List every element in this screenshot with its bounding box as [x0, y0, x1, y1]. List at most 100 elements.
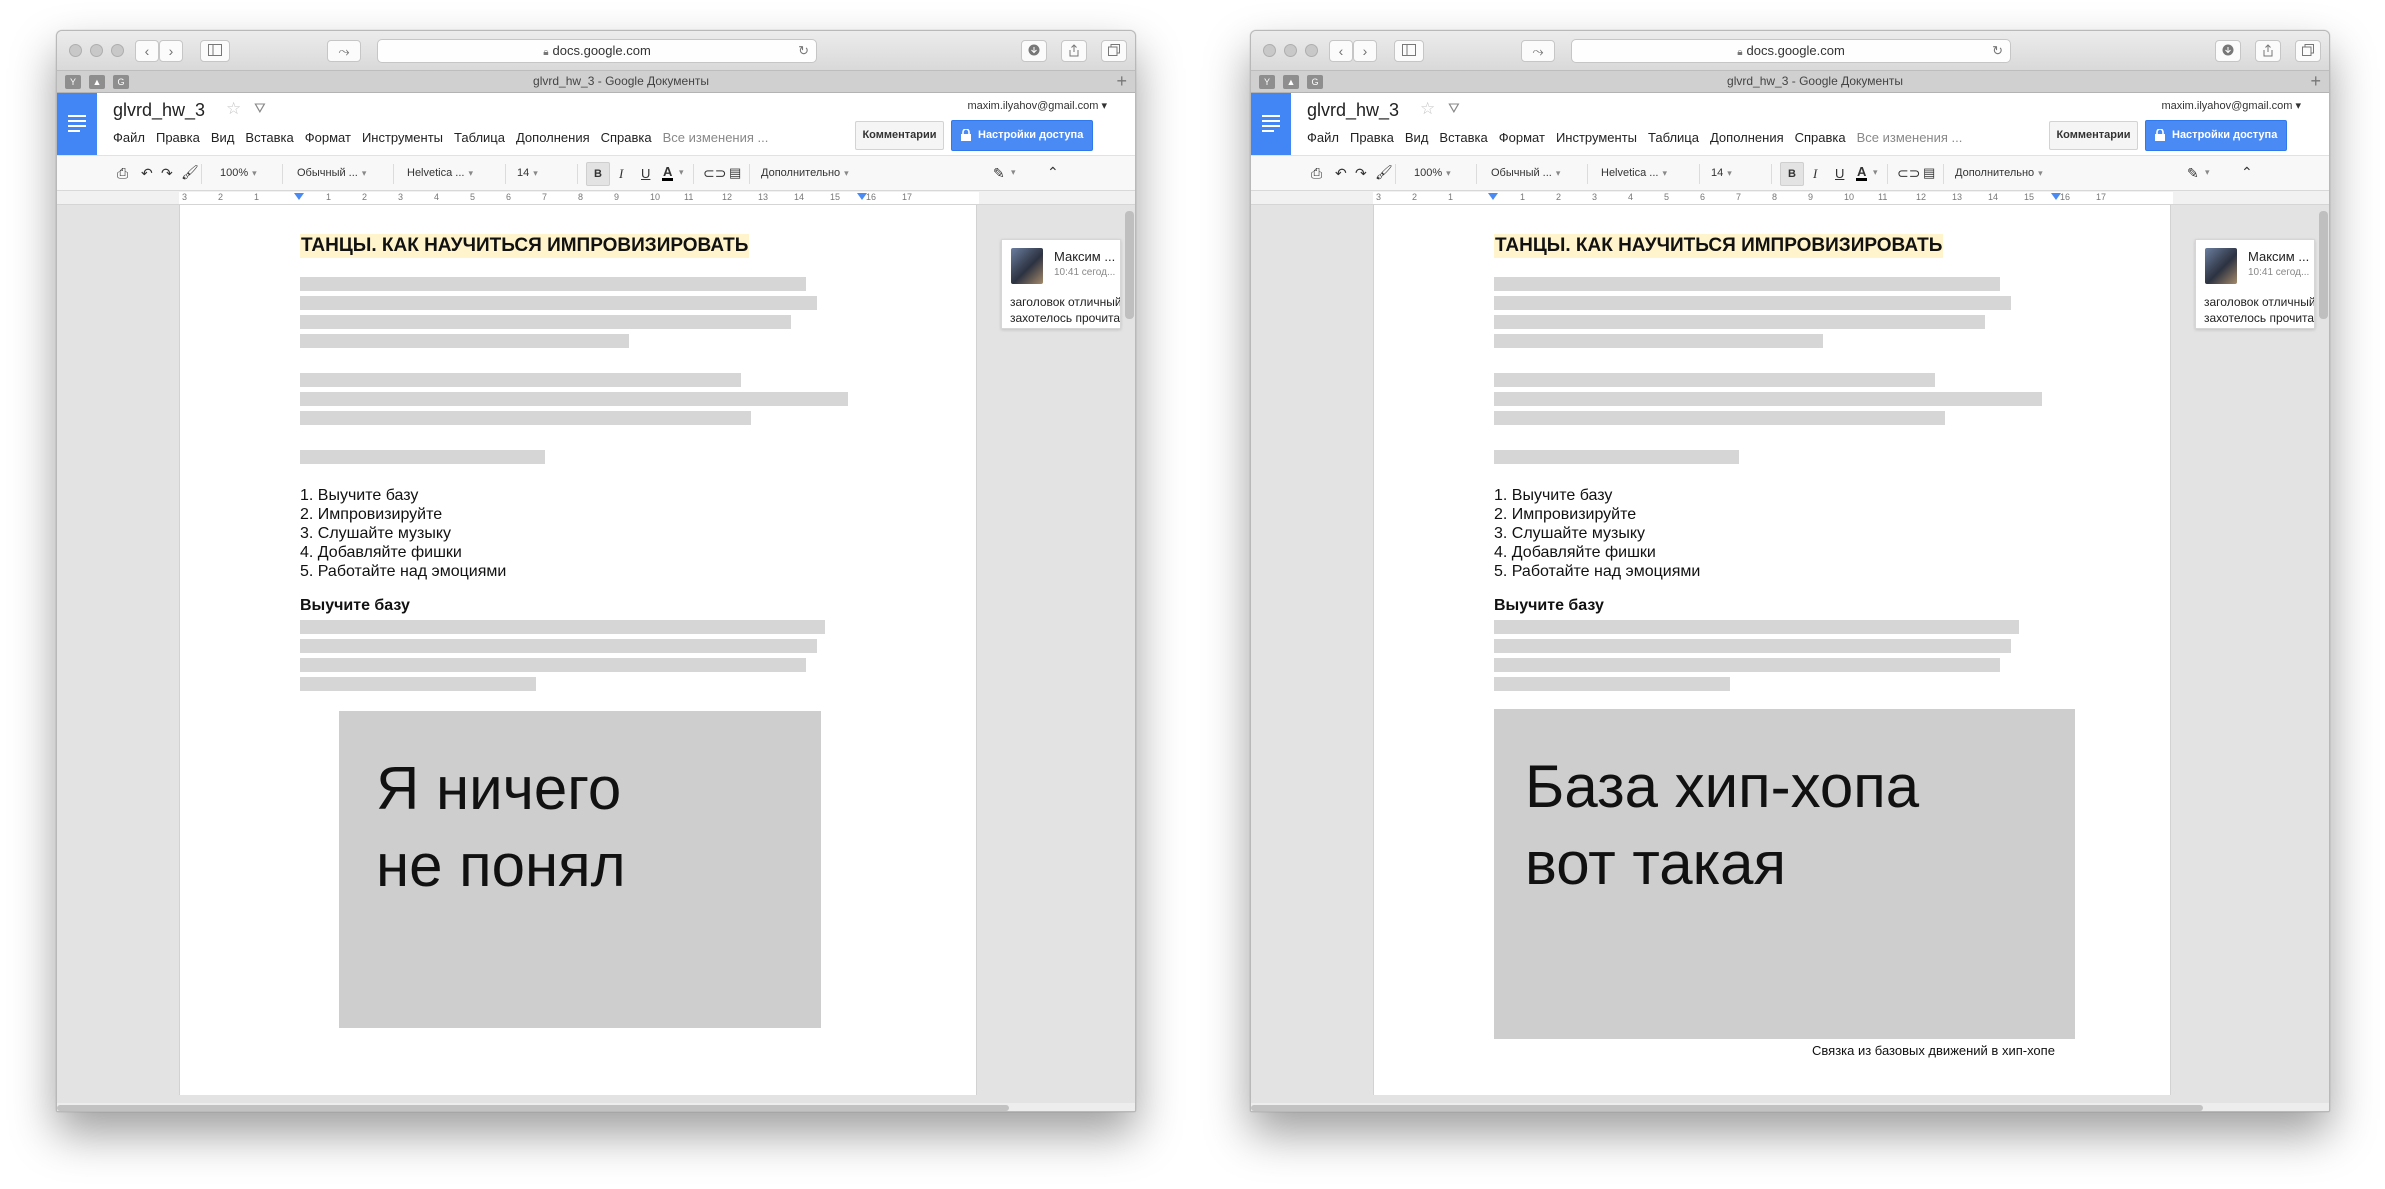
paint-format-icon[interactable]: 🖌︎ — [1375, 164, 1393, 181]
reload-icon[interactable]: ↻ — [798, 40, 809, 62]
font-select[interactable]: Helvetica ... — [407, 167, 473, 179]
back-button[interactable]: ‹ — [135, 40, 159, 62]
close-window-button[interactable] — [1263, 44, 1276, 57]
list-item[interactable]: 3. Слушайте музыку — [300, 524, 506, 543]
tab-title[interactable]: glvrd_hw_3 - Google Документы — [137, 74, 1105, 88]
section-heading[interactable]: Выучите базу — [1494, 597, 1604, 615]
back-button[interactable]: ‹ — [1329, 40, 1353, 62]
list-item[interactable]: 5. Работайте над эмоциями — [300, 562, 506, 581]
underline-button[interactable]: U — [641, 166, 650, 181]
docs-home-icon[interactable] — [57, 93, 97, 155]
tab-title[interactable]: glvrd_hw_3 - Google Документы — [1331, 74, 2299, 88]
account-email[interactable]: maxim.ilyahov@gmail.com ▾ — [967, 99, 1107, 112]
menu-file[interactable]: Файл — [113, 130, 145, 145]
g-favicon[interactable]: G — [1307, 75, 1323, 89]
account-email[interactable]: maxim.ilyahov@gmail.com ▾ — [2161, 99, 2301, 112]
menu-insert[interactable]: Вставка — [245, 130, 293, 145]
downloads-button[interactable] — [1021, 40, 1047, 62]
document-title[interactable]: glvrd_hw_3 — [1307, 100, 1399, 121]
tabs-overview-button[interactable] — [2295, 40, 2321, 62]
menu-help[interactable]: Справка — [1795, 130, 1846, 145]
new-tab-icon[interactable]: + — [1116, 71, 1127, 91]
italic-button[interactable]: I — [1813, 166, 1817, 182]
g-favicon[interactable]: G — [113, 75, 129, 89]
more-options-select[interactable]: Дополнительно — [1955, 167, 2043, 179]
image-caption[interactable]: Связка из базовых движений в хип-хопе — [1812, 1043, 2055, 1058]
comments-button[interactable]: Комментарии — [855, 121, 944, 150]
section-heading[interactable]: Выучите базу — [300, 597, 410, 615]
document-page[interactable]: ТАНЦЫ. КАК НАУЧИТЬСЯ ИМПРОВИЗИРОВАТЬ 1. … — [179, 205, 977, 1095]
font-select[interactable]: Helvetica ... — [1601, 167, 1667, 179]
bold-button[interactable]: B — [1780, 162, 1804, 186]
comment-icon[interactable]: ▤ — [1923, 165, 1935, 181]
list-item[interactable]: 4. Добавляйте фишки — [1494, 543, 1700, 562]
share-sheet-button[interactable] — [1061, 40, 1087, 62]
list-item[interactable]: 1. Выучите базу — [300, 486, 506, 505]
text-color-button[interactable]: A — [1855, 164, 1868, 181]
address-bar[interactable]: 🔒︎ docs.google.com ↻ — [377, 39, 817, 63]
minimize-window-button[interactable] — [90, 44, 103, 57]
italic-button[interactable]: I — [619, 166, 623, 182]
zoom-select[interactable]: 100% — [1414, 167, 1451, 179]
zoom-select[interactable]: 100% — [220, 167, 257, 179]
save-status[interactable]: Все изменения ... — [1857, 130, 1963, 145]
style-select[interactable]: Обычный ... — [297, 167, 366, 179]
bold-button[interactable]: B — [586, 162, 610, 186]
reload-icon[interactable]: ↻ — [1992, 40, 2003, 62]
menu-tools[interactable]: Инструменты — [1556, 130, 1637, 145]
document-heading[interactable]: ТАНЦЫ. КАК НАУЧИТЬСЯ ИМПРОВИЗИРОВАТЬ — [300, 234, 750, 258]
menu-edit[interactable]: Правка — [1350, 130, 1394, 145]
list-item[interactable]: 2. Импровизируйте — [1494, 505, 1700, 524]
inserted-image[interactable]: Я ничего не понял — [339, 711, 821, 1028]
address-bar[interactable]: 🔒︎ docs.google.com ↻ — [1571, 39, 2011, 63]
document-heading[interactable]: ТАНЦЫ. КАК НАУЧИТЬСЯ ИМПРОВИЗИРОВАТЬ — [1494, 234, 1944, 258]
drive-favicon-icon[interactable]: ▲ — [1283, 75, 1299, 89]
link-icon[interactable]: ⊂⊃ — [703, 165, 726, 182]
indent-marker[interactable] — [1488, 193, 1498, 200]
chevron-down-icon[interactable]: ▾ — [1873, 167, 1878, 178]
list-item[interactable]: 1. Выучите базу — [1494, 486, 1700, 505]
yandex-favicon[interactable]: Y — [65, 75, 81, 89]
extension-button[interactable]: ⤳ — [327, 40, 361, 62]
minimize-window-button[interactable] — [1284, 44, 1297, 57]
docs-home-icon[interactable] — [1251, 93, 1291, 155]
collapse-icon[interactable]: ⌃ — [1047, 164, 1059, 181]
more-options-select[interactable]: Дополнительно — [761, 167, 849, 179]
forward-button[interactable]: › — [159, 40, 183, 62]
list-item[interactable]: 4. Добавляйте фишки — [300, 543, 506, 562]
chevron-down-icon[interactable]: ▾ — [1011, 167, 1016, 178]
menu-tools[interactable]: Инструменты — [362, 130, 443, 145]
move-to-folder-icon[interactable]: ⛛ — [1448, 100, 1460, 117]
inserted-image[interactable]: База хип-хопа вот такая — [1494, 709, 2075, 1039]
list-item[interactable]: 5. Работайте над эмоциями — [1494, 562, 1700, 581]
star-icon[interactable]: ☆ — [226, 99, 241, 119]
share-button[interactable]: Настройки доступа — [2145, 120, 2287, 151]
drive-favicon-icon[interactable]: ▲ — [89, 75, 105, 89]
paint-format-icon[interactable]: 🖌︎ — [181, 164, 199, 181]
chevron-down-icon[interactable]: ▾ — [679, 167, 684, 178]
list-item[interactable]: 2. Импровизируйте — [300, 505, 506, 524]
move-to-folder-icon[interactable]: ⛛ — [254, 100, 266, 117]
indent-marker[interactable] — [294, 193, 304, 200]
share-button[interactable]: Настройки доступа — [951, 120, 1093, 151]
star-icon[interactable]: ☆ — [1420, 99, 1435, 119]
link-icon[interactable]: ⊂⊃ — [1897, 165, 1920, 182]
vertical-scrollbar[interactable] — [2319, 211, 2328, 319]
menu-table[interactable]: Таблица — [454, 130, 505, 145]
horizontal-scrollbar[interactable] — [57, 1103, 1135, 1111]
font-size-select[interactable]: 14 — [517, 167, 538, 179]
comment-card[interactable]: Максим ... 10:41 сегод... заголовок отли… — [1001, 239, 1121, 329]
extension-button[interactable]: ⤳ — [1521, 40, 1555, 62]
zoom-window-button[interactable] — [111, 44, 124, 57]
print-icon[interactable]: ⎙ — [117, 165, 128, 182]
undo-icon[interactable]: ↶ — [1335, 165, 1347, 182]
downloads-button[interactable] — [2215, 40, 2241, 62]
menu-view[interactable]: Вид — [211, 130, 235, 145]
comments-button[interactable]: Комментарии — [2049, 121, 2138, 150]
close-window-button[interactable] — [69, 44, 82, 57]
document-page[interactable]: ТАНЦЫ. КАК НАУЧИТЬСЯ ИМПРОВИЗИРОВАТЬ 1. … — [1373, 205, 2171, 1095]
style-select[interactable]: Обычный ... — [1491, 167, 1560, 179]
comment-card[interactable]: Максим ... 10:41 сегод... заголовок отли… — [2195, 239, 2315, 329]
vertical-scrollbar[interactable] — [1125, 211, 1134, 319]
menu-addons[interactable]: Дополнения — [516, 130, 590, 145]
